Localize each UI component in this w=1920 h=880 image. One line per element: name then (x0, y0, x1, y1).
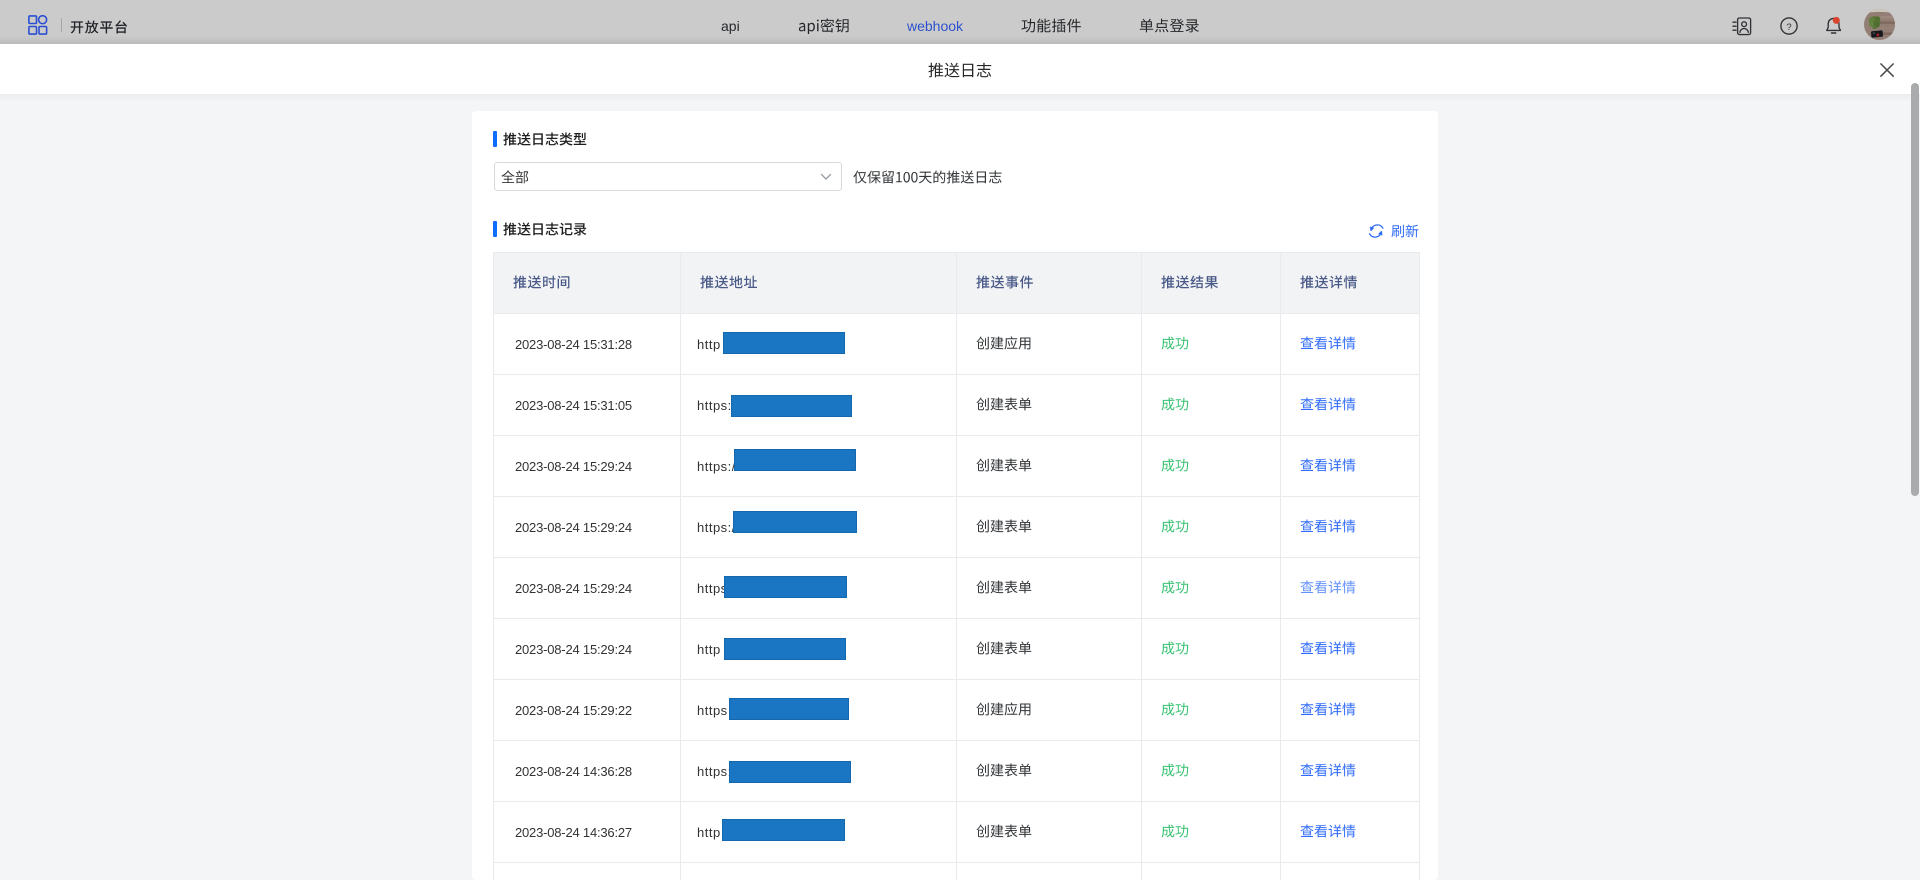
svg-text:?: ? (1786, 22, 1791, 33)
